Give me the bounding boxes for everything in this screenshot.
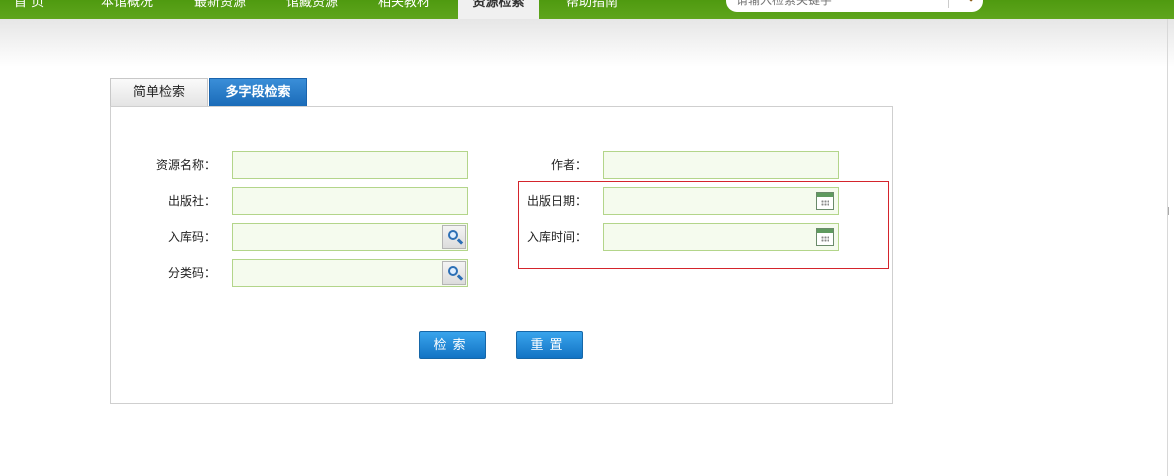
- nav-item-about[interactable]: 本馆概况: [101, 0, 153, 19]
- tab-multi-field-search[interactable]: 多字段检索: [209, 78, 307, 106]
- reset-button[interactable]: 重置: [516, 331, 583, 359]
- resource-name-field[interactable]: [232, 151, 468, 179]
- nav-item-home[interactable]: 首 页: [14, 0, 44, 19]
- top-nav: 首 页 本馆概况 最新资源 馆藏资源 相关教材 资源检索 帮助指南: [0, 0, 1174, 19]
- lookup-button[interactable]: [442, 225, 466, 249]
- accession-code-field[interactable]: [232, 223, 468, 251]
- date-fields-highlight: [518, 181, 889, 269]
- magnifier-icon: [448, 266, 458, 276]
- category-code-input[interactable]: [233, 260, 467, 286]
- category-code-field[interactable]: [232, 259, 468, 287]
- header-shadow: [0, 19, 1174, 67]
- lookup-button[interactable]: [442, 261, 466, 285]
- top-search-box: [726, 0, 983, 12]
- nav-item-materials[interactable]: 相关教材: [378, 0, 430, 19]
- top-search-input[interactable]: [736, 0, 946, 10]
- scrollbar-grip[interactable]: [1168, 207, 1174, 215]
- resource-name-label: 资源名称：: [155, 158, 216, 172]
- resource-name-input[interactable]: [233, 152, 467, 178]
- nav-item-help[interactable]: 帮助指南: [566, 0, 618, 19]
- publisher-field[interactable]: [232, 187, 468, 215]
- accession-code-input[interactable]: [233, 224, 467, 250]
- publisher-input[interactable]: [233, 188, 467, 214]
- author-input[interactable]: [604, 152, 838, 178]
- author-field[interactable]: [603, 151, 839, 179]
- tab-simple-search[interactable]: 简单检索: [110, 78, 208, 106]
- nav-item-collection[interactable]: 馆藏资源: [286, 0, 338, 19]
- search-button[interactable]: 检索: [419, 331, 486, 359]
- magnifier-icon: [448, 230, 458, 240]
- scrollbar-track[interactable]: [1167, 19, 1168, 476]
- category-code-label: 分类码：: [167, 266, 216, 280]
- nav-item-resource-search[interactable]: 资源检索: [458, 0, 539, 19]
- author-label: 作者：: [550, 158, 587, 172]
- search-divider: [948, 0, 949, 8]
- publisher-label: 出版社：: [167, 194, 216, 208]
- nav-item-latest[interactable]: 最新资源: [194, 0, 246, 19]
- accession-code-label: 入库码：: [167, 230, 216, 244]
